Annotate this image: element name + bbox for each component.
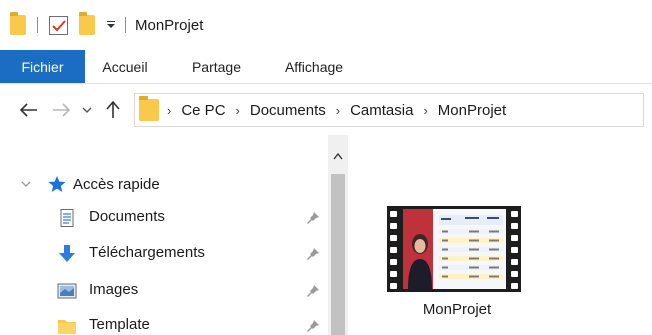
film-strip-right <box>508 206 521 292</box>
pin-icon[interactable] <box>306 247 320 261</box>
folder-icon <box>58 320 76 334</box>
sidebar-item-images[interactable]: Images <box>0 278 340 304</box>
title-bar: MonProjet <box>0 0 652 50</box>
chevron-right-icon[interactable]: › <box>236 103 240 118</box>
breadcrumb-camtasia[interactable]: Camtasia <box>350 102 413 119</box>
film-strip-left <box>387 206 400 292</box>
file-explorer-window: MonProjet Fichier Accueil Partage Affich… <box>0 0 652 335</box>
file-name-label: MonProjet <box>422 301 492 318</box>
video-file-thumbnail <box>387 206 521 292</box>
recent-locations-chevron-icon[interactable] <box>78 97 96 123</box>
tab-partage[interactable]: Partage <box>165 50 268 83</box>
customize-toolbar-icon[interactable] <box>105 19 117 31</box>
sidebar-item-label: Téléchargements <box>89 244 205 261</box>
pin-icon[interactable] <box>306 319 320 333</box>
pin-icon[interactable] <box>306 211 320 225</box>
sidebar-item-telechargements[interactable]: Téléchargements <box>0 241 340 267</box>
forward-arrow-icon[interactable] <box>48 97 74 123</box>
title-separator <box>125 17 126 33</box>
sidebar-item-label: Template <box>89 316 150 333</box>
chevron-right-icon[interactable]: › <box>167 103 171 118</box>
downloads-icon <box>59 245 75 262</box>
navigation-bar: › Ce PC › Documents › Camtasia › MonProj… <box>0 85 652 135</box>
quick-access-header[interactable]: Accès rapide <box>0 172 160 196</box>
sidebar-item-label: Documents <box>89 208 165 225</box>
back-arrow-icon[interactable] <box>16 97 42 123</box>
navigation-pane <box>0 135 355 335</box>
file-item-monprojet[interactable]: MonProjet <box>383 206 521 326</box>
documents-icon <box>60 209 74 227</box>
sidebar-item-documents[interactable]: Documents <box>0 205 340 231</box>
breadcrumb-ce-pc[interactable]: Ce PC <box>181 102 225 119</box>
scroll-up-icon[interactable] <box>328 146 348 166</box>
ribbon-tabs: Fichier Accueil Partage Affichage <box>0 50 652 84</box>
tab-accueil[interactable]: Accueil <box>85 50 165 83</box>
new-folder-icon[interactable] <box>79 12 95 35</box>
expand-chevron-icon[interactable] <box>21 179 31 189</box>
breadcrumb-documents[interactable]: Documents <box>250 102 326 119</box>
sidebar-item-label: Images <box>89 281 139 298</box>
tab-affichage[interactable]: Affichage <box>268 50 360 83</box>
title-separator <box>37 17 38 33</box>
tab-fichier[interactable]: Fichier <box>0 50 85 83</box>
sidebar-item-template[interactable]: Template <box>0 313 340 335</box>
video-preview-image <box>403 209 506 289</box>
quick-access-star-icon <box>48 176 66 192</box>
address-bar[interactable]: › Ce PC › Documents › Camtasia › MonProj… <box>134 93 644 127</box>
quick-access-label: Accès rapide <box>73 175 160 193</box>
up-arrow-icon[interactable] <box>100 97 126 123</box>
properties-icon[interactable] <box>49 15 68 35</box>
breadcrumb-monprojet[interactable]: MonProjet <box>438 102 506 119</box>
chevron-right-icon[interactable]: › <box>423 103 427 118</box>
folder-icon[interactable] <box>10 12 26 35</box>
chevron-right-icon[interactable]: › <box>336 103 340 118</box>
pin-icon[interactable] <box>306 284 320 298</box>
images-icon <box>57 283 77 299</box>
folder-icon <box>139 96 159 121</box>
window-title: MonProjet <box>135 16 204 34</box>
